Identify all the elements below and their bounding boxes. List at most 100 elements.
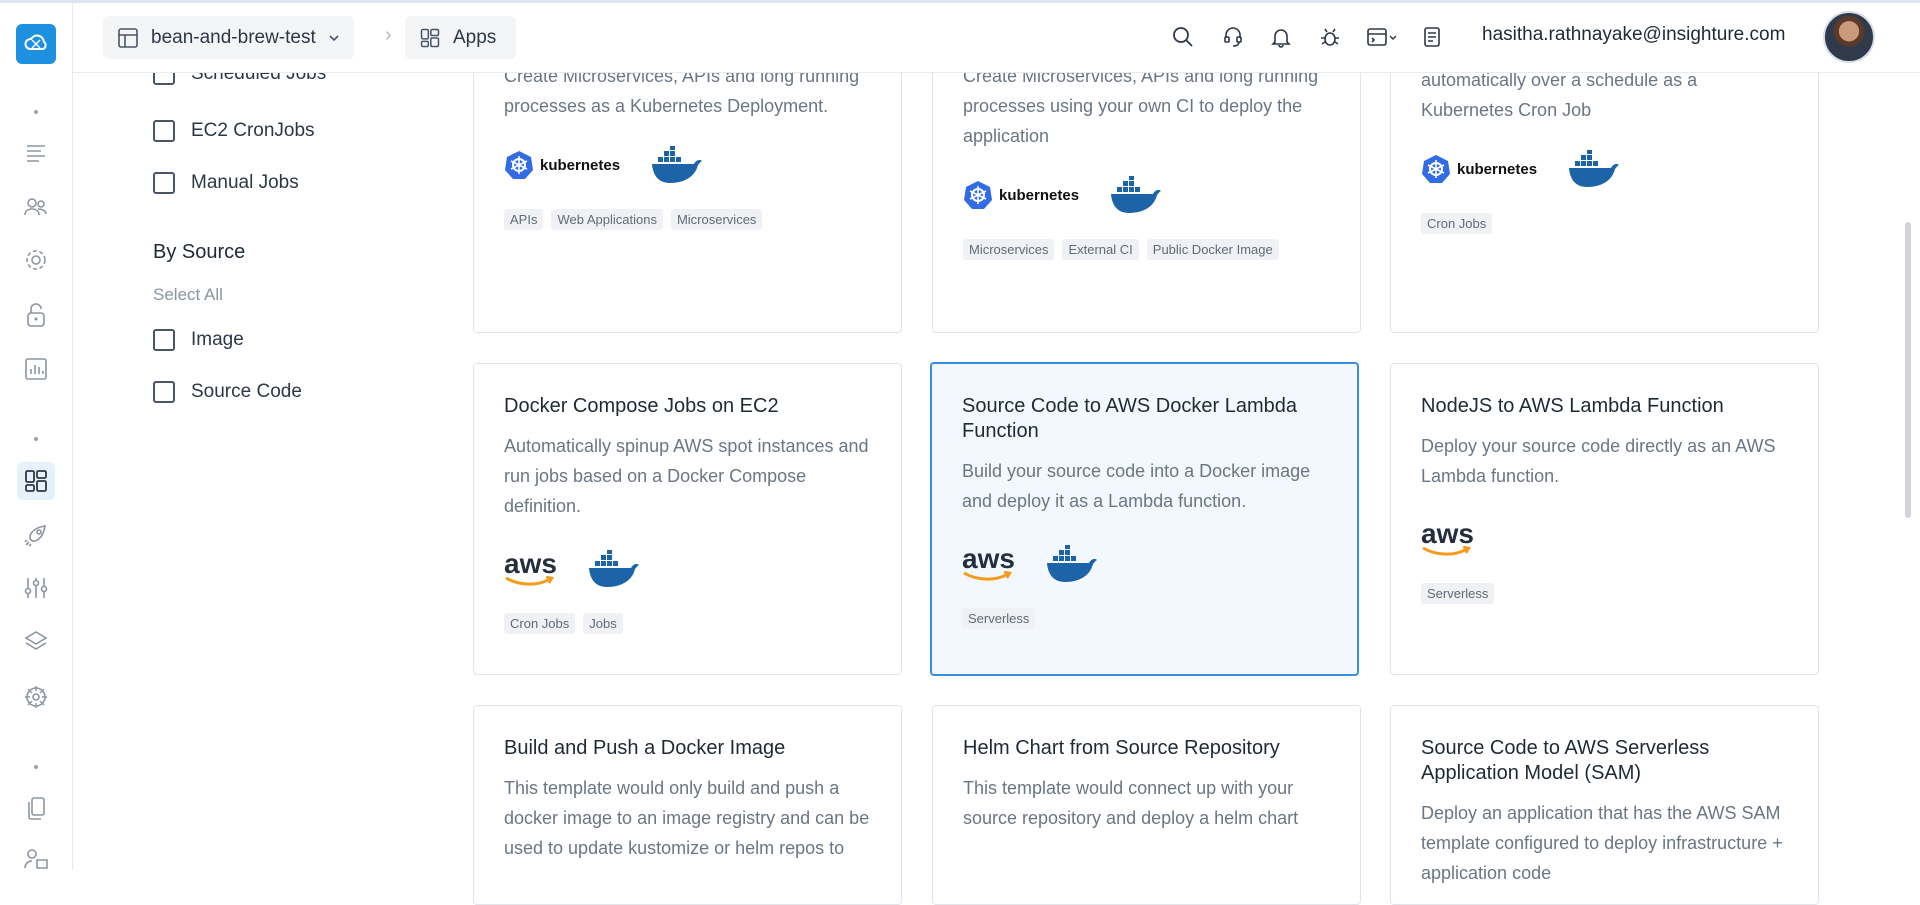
sidebar-item-helm[interactable] bbox=[17, 678, 55, 716]
scrollbar-thumb[interactable] bbox=[1905, 222, 1911, 518]
filter-label: Manual Jobs bbox=[191, 172, 299, 193]
document-icon bbox=[1424, 27, 1440, 47]
template-card-docker-compose-ec2[interactable]: Docker Compose Jobs on EC2 Automatically… bbox=[473, 363, 902, 675]
card-title: Docker Compose Jobs on EC2 bbox=[504, 395, 779, 417]
aws-logo: aws bbox=[504, 548, 557, 586]
filter-manual-jobs[interactable]: Manual Jobs bbox=[153, 172, 299, 194]
kubernetes-wordmark: kubernetes bbox=[540, 156, 621, 174]
aws-wordmark: aws bbox=[504, 548, 557, 579]
template-card-helm-chart[interactable]: Helm Chart from Source Repository This t… bbox=[932, 705, 1361, 905]
docs-icon bbox=[28, 797, 45, 820]
breadcrumb-apps[interactable]: Apps bbox=[405, 16, 516, 59]
sidebar-item-environments[interactable] bbox=[17, 623, 55, 661]
chart-icon bbox=[25, 358, 47, 380]
filter-label: Source Code bbox=[191, 381, 302, 402]
template-card-aws-docker-lambda[interactable]: Source Code to AWS Docker Lambda Functio… bbox=[930, 362, 1359, 676]
aws-smile-icon bbox=[1422, 546, 1471, 556]
nav-divider-dot bbox=[34, 765, 38, 769]
search-button[interactable] bbox=[1170, 24, 1196, 50]
tag: Serverless bbox=[962, 608, 1036, 629]
sidebar bbox=[0, 0, 73, 870]
tag: External CI bbox=[1062, 239, 1139, 260]
sidebar-item-docs[interactable] bbox=[17, 790, 55, 828]
chevron-down-icon bbox=[329, 34, 339, 41]
by-source-heading: By Source bbox=[153, 241, 246, 263]
sidebar-item-users[interactable] bbox=[17, 188, 55, 226]
template-card-kubernetes-cron-job[interactable]: automatically over a schedule as a Kuber… bbox=[1390, 40, 1819, 333]
docker-icon bbox=[588, 550, 639, 587]
search-icon bbox=[1173, 27, 1193, 47]
filter-label: Image bbox=[191, 329, 244, 350]
card-tags: Microservices External CI Public Docker … bbox=[963, 239, 1330, 260]
card-description: Deploy an application that has the AWS S… bbox=[1421, 803, 1783, 883]
docker-icon bbox=[1046, 545, 1097, 582]
select-all-link[interactable]: Select All bbox=[153, 285, 223, 305]
template-card-nodejs-lambda[interactable]: NodeJS to AWS Lambda Function Deploy you… bbox=[1390, 363, 1819, 675]
report-bug-button[interactable] bbox=[1317, 24, 1343, 50]
card-tags: APIs Web Applications Microservices bbox=[504, 209, 871, 230]
table-icon bbox=[118, 27, 138, 48]
filter-label: EC2 CronJobs bbox=[191, 120, 315, 141]
template-card-external-ci[interactable]: Create Microservices, APIs and long runn… bbox=[932, 40, 1361, 333]
tag: Microservices bbox=[670, 209, 763, 230]
sidebar-item-reports[interactable] bbox=[17, 350, 55, 388]
docs-button[interactable] bbox=[1419, 24, 1445, 50]
sidebar-item-list[interactable] bbox=[17, 134, 55, 172]
app-logo[interactable] bbox=[16, 24, 56, 64]
card-logos: aws bbox=[1421, 517, 1788, 561]
template-card-aws-sam[interactable]: Source Code to AWS Serverless Applicatio… bbox=[1390, 705, 1819, 905]
project-name: bean-and-brew-test bbox=[151, 26, 316, 48]
avatar[interactable] bbox=[1823, 11, 1875, 63]
kubernetes-logo: kubernetes bbox=[504, 150, 620, 180]
kubernetes-icon bbox=[964, 181, 992, 209]
template-card-kubernetes-deployment[interactable]: Create Microservices, APIs and long runn… bbox=[473, 40, 902, 333]
notifications-button[interactable] bbox=[1268, 24, 1294, 50]
filter-panel: Scheduled Jobs EC2 CronJobs Manual Jobs … bbox=[73, 63, 473, 870]
sidebar-item-secrets[interactable] bbox=[17, 296, 55, 334]
card-title: NodeJS to AWS Lambda Function bbox=[1421, 395, 1724, 417]
aws-wordmark: aws bbox=[962, 543, 1015, 574]
card-logos: kubernetes bbox=[1421, 147, 1788, 191]
checkbox[interactable] bbox=[153, 172, 175, 194]
sidebar-item-apps[interactable] bbox=[17, 462, 55, 500]
headset-icon bbox=[1224, 27, 1242, 47]
settings-icon bbox=[26, 250, 46, 270]
terminal-menu-button[interactable] bbox=[1365, 24, 1399, 50]
user-email[interactable]: hasitha.rathnayake@insighture.com bbox=[1482, 24, 1785, 46]
checkbox[interactable] bbox=[153, 381, 175, 403]
sidebar-item-settings[interactable] bbox=[17, 241, 55, 279]
list-icon bbox=[27, 145, 45, 162]
filter-ec2-cronjobs[interactable]: EC2 CronJobs bbox=[153, 120, 315, 142]
tag: Public Docker Image bbox=[1146, 239, 1279, 260]
card-tags: Serverless bbox=[1421, 583, 1788, 604]
sliders-icon bbox=[24, 578, 48, 598]
template-card-build-push-docker[interactable]: Build and Push a Docker Image This templ… bbox=[473, 705, 902, 905]
card-logos: kubernetes bbox=[504, 143, 871, 187]
sidebar-item-config[interactable] bbox=[17, 569, 55, 607]
sidebar-item-org[interactable] bbox=[17, 840, 55, 878]
checkbox[interactable] bbox=[153, 120, 175, 142]
card-logos: aws bbox=[962, 542, 1327, 586]
filter-source-code[interactable]: Source Code bbox=[153, 381, 302, 403]
project-selector[interactable]: bean-and-brew-test bbox=[103, 16, 354, 59]
apps-icon bbox=[25, 470, 47, 492]
apps-icon bbox=[420, 28, 440, 47]
lock-icon bbox=[27, 303, 45, 327]
support-button[interactable] bbox=[1220, 24, 1246, 50]
checkbox[interactable] bbox=[153, 329, 175, 351]
filter-image[interactable]: Image bbox=[153, 329, 244, 351]
card-title: Build and Push a Docker Image bbox=[504, 737, 786, 759]
top-header: bean-and-brew-test › Apps hasitha.rathna… bbox=[73, 0, 1920, 73]
card-description: Create Microservices, APIs and long runn… bbox=[963, 66, 1319, 146]
docker-icon bbox=[652, 146, 703, 183]
bug-icon bbox=[1321, 28, 1339, 46]
tag: Cron Jobs bbox=[504, 613, 576, 634]
card-description: Automatically spinup AWS spot instances … bbox=[504, 436, 869, 516]
card-logos: aws bbox=[504, 547, 871, 591]
docker-icon bbox=[1569, 150, 1620, 187]
card-tags: Serverless bbox=[962, 608, 1327, 629]
card-title: Source Code to AWS Serverless Applicatio… bbox=[1421, 737, 1710, 784]
card-tags: Cron Jobs bbox=[1421, 213, 1788, 234]
sidebar-item-deployments[interactable] bbox=[17, 516, 55, 554]
home-cloud-icon bbox=[24, 34, 47, 50]
